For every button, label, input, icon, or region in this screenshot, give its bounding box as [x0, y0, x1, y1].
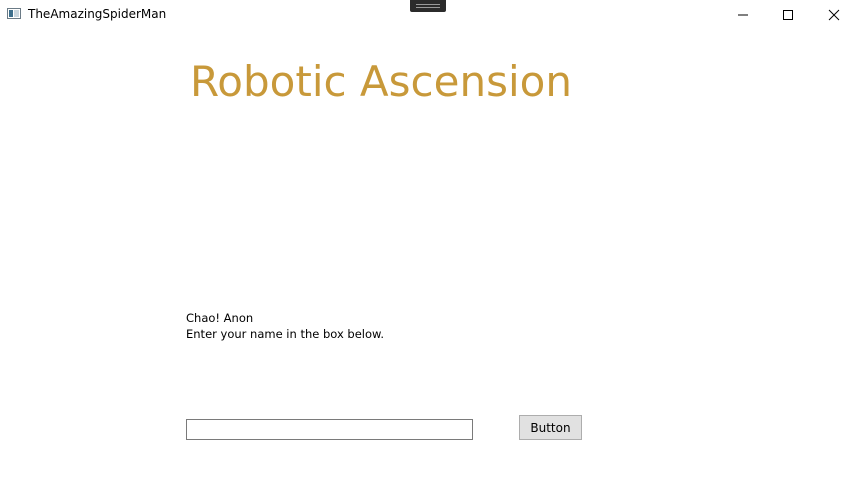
- page-title: Robotic Ascension: [190, 57, 572, 106]
- minimize-icon: [738, 14, 748, 16]
- close-icon: [828, 9, 840, 21]
- minimize-button[interactable]: [720, 0, 766, 30]
- title-bar[interactable]: TheAmazingSpiderMan: [0, 0, 857, 30]
- close-button[interactable]: [811, 0, 857, 30]
- window-title: TheAmazingSpiderMan: [28, 7, 167, 21]
- instruction-text: Enter your name in the box below.: [186, 327, 385, 341]
- drag-handle[interactable]: [410, 0, 446, 12]
- greeting-text: Chao! Anon: [186, 311, 254, 325]
- app-window-icon: [7, 8, 21, 19]
- maximize-button[interactable]: [765, 0, 811, 30]
- submit-button[interactable]: Button: [519, 415, 582, 440]
- maximize-icon: [783, 10, 793, 20]
- name-input[interactable]: [186, 419, 473, 440]
